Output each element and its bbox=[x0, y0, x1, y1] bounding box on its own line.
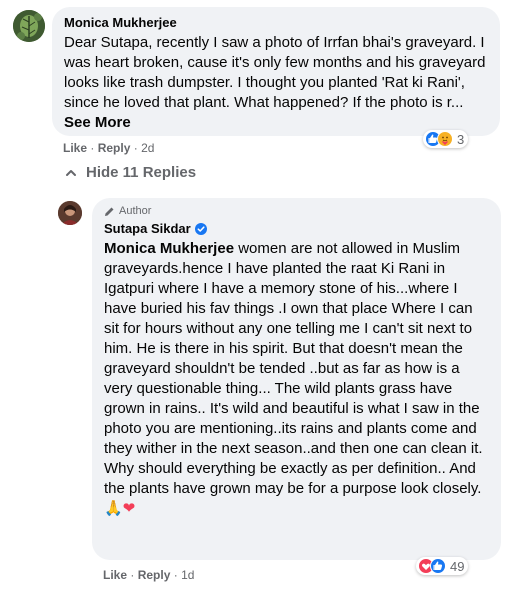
separator-dot: · bbox=[133, 141, 142, 155]
comment-actions: Like · Reply · 2d bbox=[63, 141, 154, 155]
hide-replies-button[interactable]: Hide 11 Replies bbox=[64, 164, 196, 181]
chevron-up-icon bbox=[66, 169, 76, 176]
reply-button[interactable]: Reply bbox=[138, 568, 171, 582]
like-button[interactable]: Like bbox=[63, 141, 87, 155]
reply-text: Monica Mukherjee women are not allowed i… bbox=[104, 239, 489, 519]
profile-photo-icon bbox=[58, 201, 82, 225]
reply-button[interactable]: Reply bbox=[98, 141, 131, 155]
mention-link[interactable]: Monica Mukherjee bbox=[104, 240, 234, 257]
reply-reactions[interactable]: 49 bbox=[416, 557, 469, 575]
verified-badge-icon bbox=[194, 222, 207, 235]
reply-author-name[interactable]: Sutapa Sikdar bbox=[104, 221, 191, 236]
reply-bubble: Author Sutapa Sikdar Monica Mukherjee wo… bbox=[92, 198, 501, 560]
comment-author-name[interactable]: Monica Mukherjee bbox=[64, 15, 488, 30]
hide-replies-label: Hide 11 Replies bbox=[86, 164, 197, 181]
like-button[interactable]: Like bbox=[103, 568, 127, 582]
reaction-count: 3 bbox=[457, 131, 465, 147]
comment-reactions[interactable]: 3 bbox=[423, 130, 469, 148]
author-badge-label: Author bbox=[119, 205, 152, 217]
separator-dot: · bbox=[173, 568, 182, 582]
plant-avatar-image bbox=[13, 10, 45, 42]
comment-timestamp[interactable]: 2d bbox=[141, 141, 154, 155]
reply-body: women are not allowed in Muslim graveyar… bbox=[104, 240, 483, 497]
reply-emojis: 🙏❤ bbox=[104, 500, 136, 517]
commenter-avatar[interactable] bbox=[13, 10, 45, 42]
comment-body: Dear Sutapa, recently I saw a photo of I… bbox=[64, 34, 486, 111]
pencil-icon bbox=[105, 207, 114, 216]
reaction-count: 49 bbox=[450, 558, 465, 574]
comment-bubble: Monica Mukherjee Dear Sutapa, recently I… bbox=[52, 7, 500, 136]
reply-author-avatar[interactable] bbox=[58, 201, 82, 225]
author-badge: Author bbox=[104, 205, 489, 217]
like-icon bbox=[430, 558, 446, 574]
see-more-link[interactable]: See More bbox=[64, 114, 131, 131]
reply-timestamp[interactable]: 1d bbox=[181, 568, 194, 582]
separator-dot: · bbox=[130, 568, 138, 582]
care-icon bbox=[437, 131, 453, 147]
comment-text: Dear Sutapa, recently I saw a photo of I… bbox=[64, 33, 488, 133]
reply-actions: Like · Reply · 1d bbox=[103, 568, 194, 582]
separator-dot: · bbox=[90, 141, 98, 155]
